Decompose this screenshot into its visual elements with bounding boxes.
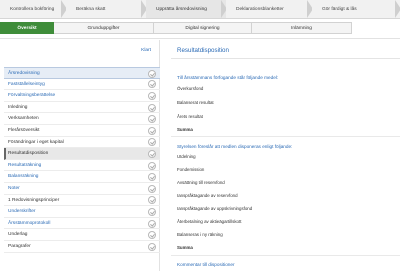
nav-label: Noter xyxy=(8,185,20,191)
nav-item-noter[interactable]: Noter xyxy=(4,183,160,195)
step-gor-fardigt-las[interactable]: Gör färdigt & lås xyxy=(312,0,400,18)
check-circle-icon xyxy=(148,80,156,89)
header-divider xyxy=(0,38,400,39)
nav-label: Resultatdisposition xyxy=(8,151,49,157)
nav-label: Årsredovisning xyxy=(8,71,40,76)
check-circle-icon xyxy=(148,115,156,124)
nav-item-forvaltningsberattelse[interactable]: Förvaltningsberättelse xyxy=(4,90,160,102)
check-circle-icon xyxy=(148,126,156,135)
section-heading-available-funds: Till årsstämmans förfogande står följand… xyxy=(177,75,279,80)
document-sidebar: Klart Årsredovisning Fastställelseintyg … xyxy=(0,40,160,271)
row-summa-1: Summa xyxy=(177,127,193,132)
nav-label: Resultaträkning xyxy=(8,162,42,168)
nav-item-underskrifter[interactable]: Underskrifter xyxy=(4,206,160,218)
nav-label: Paragrafer xyxy=(8,243,31,249)
done-link[interactable]: Klart xyxy=(141,48,151,53)
nav-item-verksamheten[interactable]: Verksamheten xyxy=(4,113,160,125)
check-circle-icon xyxy=(148,184,156,193)
step-label: Gör färdigt & lås xyxy=(322,7,357,12)
nav-label: Fastställelseintyg xyxy=(8,81,45,87)
row-overkursfond: Överkursfond xyxy=(177,86,204,91)
nav-item-arsredovisning[interactable]: Årsredovisning xyxy=(4,67,160,79)
nav-label: Verksamheten xyxy=(8,116,39,122)
section-divider xyxy=(171,255,400,256)
nav-item-balansrakning[interactable]: Balansräkning xyxy=(4,171,160,183)
section-heading-disposition: Styrelsen föreslår att medlen disponeras… xyxy=(177,144,293,149)
step-label: Deklarationsblanketter xyxy=(236,7,284,12)
step-uppratta-arsredovisning[interactable]: Upprätta årsredovisning xyxy=(146,0,226,18)
nav-item-paragrafer[interactable]: Paragrafer xyxy=(4,241,160,253)
step-label: Beräkna skatt xyxy=(76,7,106,12)
tab-oversikt[interactable]: Översikt xyxy=(0,22,54,34)
step-label: Kontrollera bokföring xyxy=(10,7,55,12)
check-circle-icon xyxy=(148,196,156,205)
document-nav: Årsredovisning Fastställelseintyg Förval… xyxy=(4,67,160,253)
nav-item-resultatrakning[interactable]: Resultaträkning xyxy=(4,160,160,172)
row-balanserat-resultat: Balanserat resultat xyxy=(177,100,214,105)
page-title: Resultatdisposition xyxy=(177,47,229,54)
row-balanseras-ny-rakning: Balanseras i ny räkning xyxy=(177,232,223,237)
check-circle-icon xyxy=(148,161,156,170)
row-summa-2: Summa xyxy=(177,245,193,250)
nav-item-resultatdisposition[interactable]: Resultatdisposition xyxy=(4,148,160,160)
nav-label: Årsstämmoprotokoll xyxy=(8,220,51,226)
check-circle-icon xyxy=(148,138,156,147)
row-fondemission: Fondemission xyxy=(177,167,205,172)
row-ianspraktagande-uppskrivningsfond: Ianspråktagande av uppskrivningsfond xyxy=(177,206,253,211)
tab-inlamning[interactable]: Inlämning xyxy=(252,22,352,34)
check-circle-icon xyxy=(148,173,156,182)
nav-item-inledning[interactable]: Inledning xyxy=(4,102,160,114)
nav-label: Förvaltningsberättelse xyxy=(8,93,56,99)
title-divider xyxy=(171,58,400,59)
nav-item-redovisningsprinciper[interactable]: 1 Redovisningsprinciper xyxy=(4,195,160,207)
section-divider xyxy=(171,136,400,137)
sub-tabs: Översikt Grunduppgifter Digital signerin… xyxy=(0,22,400,34)
nav-label: 1 Redovisningsprinciper xyxy=(8,197,60,203)
nav-item-flerarsoversikt[interactable]: Flerårsöversikt xyxy=(4,125,160,137)
step-berakna-skatt[interactable]: Beräkna skatt xyxy=(66,0,146,18)
nav-label: Underlag xyxy=(8,232,28,238)
wizard-steps: Kontrollera bokföring Beräkna skatt Uppr… xyxy=(0,0,400,19)
check-circle-icon xyxy=(148,219,156,228)
check-circle-icon xyxy=(148,149,156,158)
main-panel: Resultatdisposition Till årsstämmans för… xyxy=(167,40,400,271)
check-circle-icon xyxy=(148,242,156,251)
nav-item-faststallelseintyg[interactable]: Fastställelseintyg xyxy=(4,79,160,91)
nav-item-forandringar-eget-kapital[interactable]: Förändringar i eget kapital xyxy=(4,137,160,149)
row-utdelning: Utdelning xyxy=(177,154,196,159)
nav-label: Inledning xyxy=(8,104,28,110)
section-heading-comment: Kommentar till dispositioner xyxy=(177,262,235,267)
nav-label: Underskrifter xyxy=(8,209,36,215)
nav-item-underlag[interactable]: Underlag xyxy=(4,229,160,241)
step-kontrollera-bokforing[interactable]: Kontrollera bokföring xyxy=(0,0,66,18)
nav-label: Flerårsöversikt xyxy=(8,127,40,133)
step-deklarationsblanketter[interactable]: Deklarationsblanketter xyxy=(226,0,312,18)
row-ianspraktagande-reservfond: Ianspråktagande av reservfond xyxy=(177,193,238,198)
nav-item-arsstammoprotokoll[interactable]: Årsstämmoprotokoll xyxy=(4,218,160,230)
check-circle-icon xyxy=(148,231,156,240)
check-circle-icon xyxy=(148,103,156,112)
row-aterbetalning-aktieagartillskott: Återbetalning av aktieägartillskott xyxy=(177,219,242,224)
check-circle-icon xyxy=(148,91,156,100)
step-label: Upprätta årsredovisning xyxy=(156,7,207,12)
row-arets-resultat: Årets resultat xyxy=(177,114,203,119)
check-circle-icon xyxy=(148,69,156,78)
tab-grunduppgifter[interactable]: Grunduppgifter xyxy=(54,22,154,34)
nav-label: Balansräkning xyxy=(8,174,39,180)
check-circle-icon xyxy=(148,207,156,216)
tab-digital-signering[interactable]: Digital signering xyxy=(154,22,252,34)
row-avsattning-reservfond: Avsättning till reservfond xyxy=(177,180,225,185)
nav-label: Förändringar i eget kapital xyxy=(8,139,64,145)
